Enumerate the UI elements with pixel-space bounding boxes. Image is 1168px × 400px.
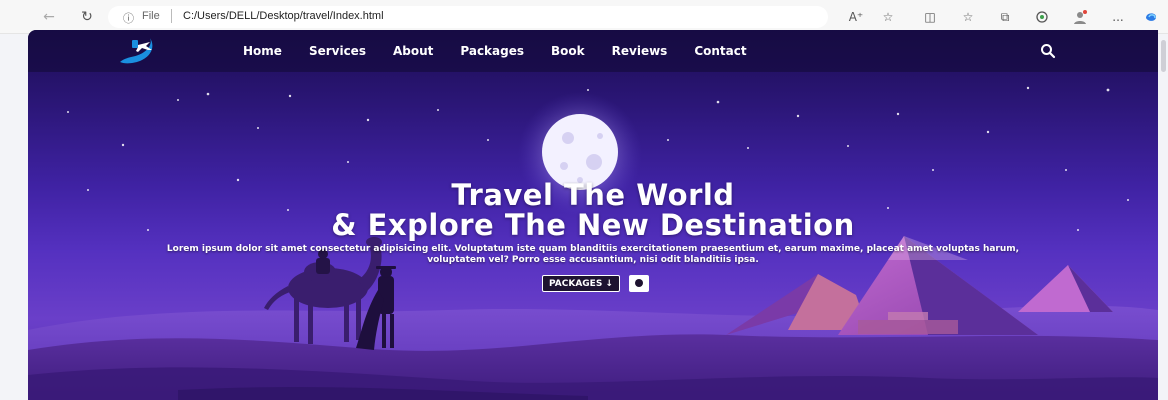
url-text[interactable]: C:/Users/DELL/Desktop/travel/Index.html xyxy=(183,10,384,22)
nav-link-contact[interactable]: Contact xyxy=(694,43,746,59)
travel-plane-logo[interactable] xyxy=(112,36,164,66)
profile-icon[interactable] xyxy=(1072,9,1088,25)
website-viewport: Home Services About Packages Book Review… xyxy=(28,30,1158,400)
copilot-icon[interactable] xyxy=(1143,9,1159,25)
refresh-icon[interactable]: ↻ xyxy=(78,8,96,26)
favorite-star-icon[interactable]: ☆ xyxy=(880,9,896,25)
browser-toolbar: ← ↻ ⓘ File C:/Users/DELL/Desktop/travel/… xyxy=(0,0,1168,34)
favorites-list-icon[interactable]: ☆ xyxy=(960,9,976,25)
split-screen-icon[interactable]: ◫ xyxy=(922,9,938,25)
address-separator xyxy=(171,9,172,23)
scheme-label: File xyxy=(142,10,160,22)
nav-link-services[interactable]: Services xyxy=(309,43,366,59)
main-nav: Home Services About Packages Book Review… xyxy=(243,43,774,59)
collections-icon[interactable]: ⧉ xyxy=(997,9,1013,25)
search-icon[interactable] xyxy=(1038,41,1058,61)
nav-link-book[interactable]: Book xyxy=(551,43,585,59)
scrollbar-track[interactable] xyxy=(1158,34,1168,400)
packages-button[interactable]: PACKAGES ↓ xyxy=(542,275,620,292)
nav-link-home[interactable]: Home xyxy=(243,43,282,59)
back-arrow-icon[interactable]: ← xyxy=(40,8,58,26)
play-circle-icon[interactable] xyxy=(629,275,649,292)
extensions-icon[interactable] xyxy=(1034,9,1050,25)
nav-link-about[interactable]: About xyxy=(393,43,433,59)
more-icon[interactable]: ... xyxy=(1110,9,1126,25)
scrollbar-thumb[interactable] xyxy=(1161,40,1166,72)
hero-description: Lorem ipsum dolor sit amet consectetur a… xyxy=(166,244,1020,265)
read-aloud-icon[interactable]: A⁺ xyxy=(848,9,864,25)
hero-title-line2: & Explore The New Destination xyxy=(331,208,855,242)
hero-title-line1: Travel The World xyxy=(451,178,735,212)
nav-link-packages[interactable]: Packages xyxy=(460,43,524,59)
info-icon[interactable]: ⓘ xyxy=(123,10,134,26)
nav-link-reviews[interactable]: Reviews xyxy=(612,43,668,59)
desktop-background xyxy=(0,34,28,400)
